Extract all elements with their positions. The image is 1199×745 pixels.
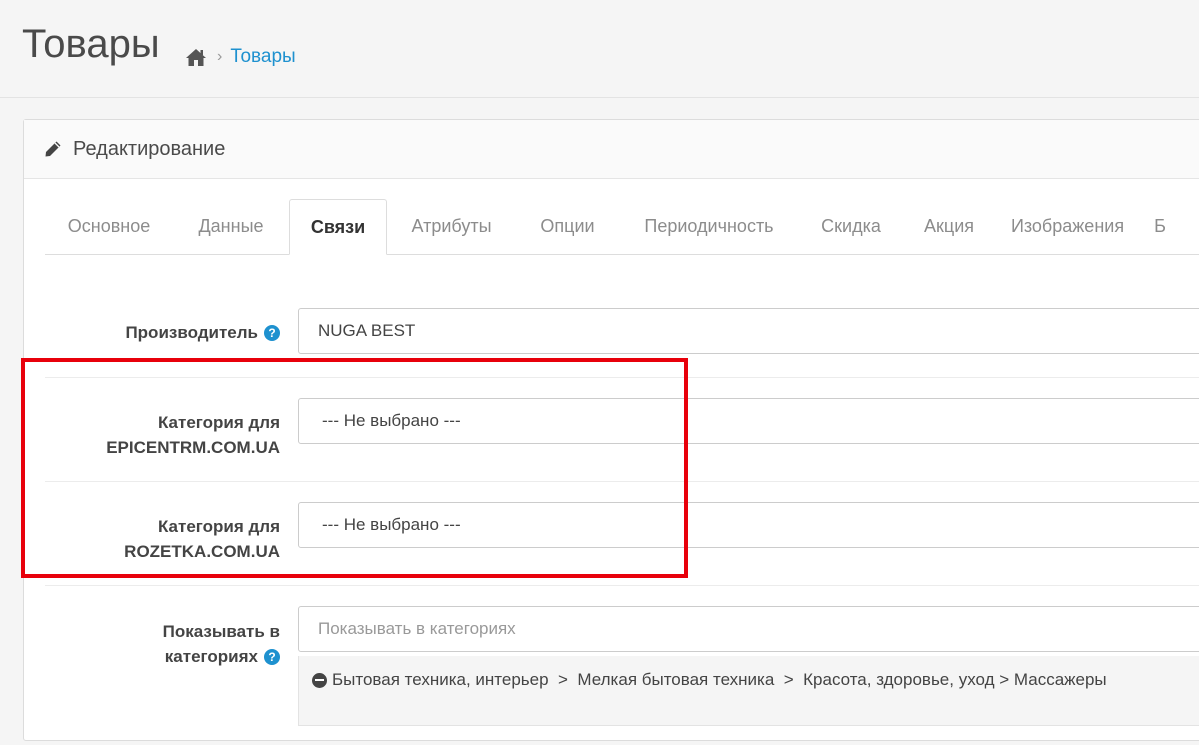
- form-row-epicentr-category: Категория для EPICENTRM.COM.UA --- Не вы…: [45, 377, 1199, 482]
- form-row-manufacturer: Производитель? NUGA BEST: [45, 290, 1199, 378]
- epicentr-category-select[interactable]: --- Не выбрано ---: [298, 398, 1199, 444]
- breadcrumb: › Товары: [185, 44, 296, 70]
- show-in-categories-label: Показывать в категориях?: [162, 622, 280, 666]
- home-icon[interactable]: [185, 47, 207, 67]
- page-title: Товары: [22, 22, 160, 66]
- rozetka-category-select[interactable]: --- Не выбрано ---: [298, 502, 1199, 548]
- panel-title: Редактирование: [73, 137, 226, 160]
- list-item: Бытовая техника, интерьер > Мелкая бытов…: [312, 670, 1107, 690]
- tab-special[interactable]: Акция: [903, 199, 995, 254]
- tab-links[interactable]: Связи: [289, 199, 387, 255]
- tab-discount[interactable]: Скидка: [799, 199, 903, 254]
- breadcrumb-separator: ›: [217, 48, 223, 65]
- rozetka-category-label: Категория для ROZETKA.COM.UA: [124, 517, 280, 561]
- breadcrumb-link-products[interactable]: Товары: [230, 46, 295, 68]
- tab-more[interactable]: Б: [1140, 199, 1180, 254]
- tab-data[interactable]: Данные: [173, 199, 289, 254]
- pencil-icon: [44, 140, 62, 158]
- tab-images[interactable]: Изображения: [995, 199, 1140, 254]
- epicentr-category-label: Категория для EPICENTRM.COM.UA: [106, 413, 280, 457]
- remove-circle-icon[interactable]: [312, 672, 327, 688]
- manufacturer-input[interactable]: NUGA BEST: [298, 308, 1199, 354]
- help-icon[interactable]: ?: [264, 649, 280, 665]
- tab-attributes[interactable]: Атрибуты: [387, 199, 516, 254]
- edit-panel: Редактирование Основное Данные Связи Атр…: [23, 119, 1199, 741]
- panel-heading: Редактирование: [24, 120, 1199, 179]
- tab-main[interactable]: Основное: [45, 199, 173, 254]
- help-icon[interactable]: ?: [264, 325, 280, 341]
- tab-options[interactable]: Опции: [516, 199, 619, 254]
- tab-recurring[interactable]: Периодичность: [619, 199, 799, 254]
- manufacturer-label: Производитель?: [125, 320, 280, 345]
- form-row-rozetka-category: Категория для ROZETKA.COM.UA --- Не выбр…: [45, 481, 1199, 586]
- tab-bar: Основное Данные Связи Атрибуты Опции Пер…: [45, 199, 1199, 255]
- categories-autocomplete-input[interactable]: Показывать в категориях: [298, 606, 1199, 652]
- selected-categories-list: Бытовая техника, интерьер > Мелкая бытов…: [298, 656, 1199, 726]
- page-header: Товары › Товары: [0, 0, 1199, 98]
